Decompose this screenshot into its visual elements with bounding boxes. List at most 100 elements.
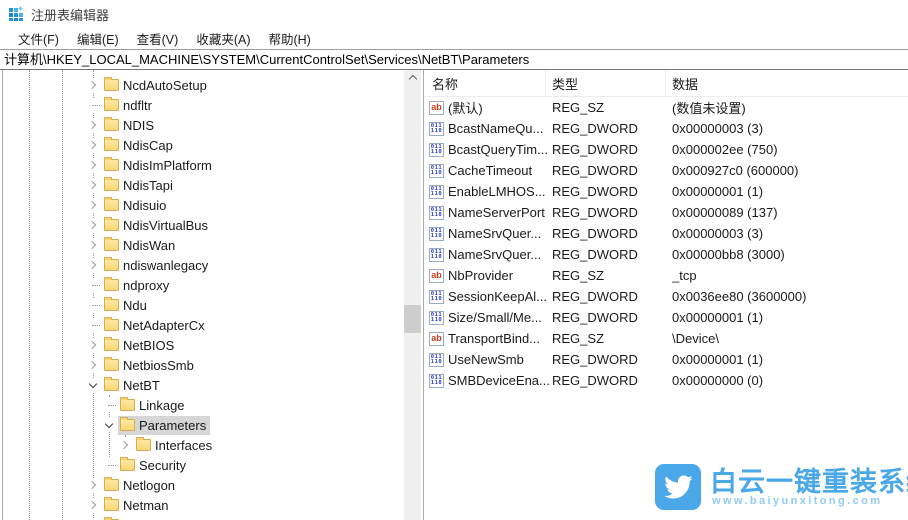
tree-item-content[interactable]: Netlogon	[102, 476, 179, 495]
value-row[interactable]: ab TransportBind... REG_SZ \Device\	[424, 328, 908, 349]
chevron-right-icon[interactable]	[86, 158, 100, 172]
tree-item-content[interactable]: NdisCap	[102, 136, 177, 155]
tree-item-ncdautosetup[interactable]: NcdAutoSetup	[0, 75, 403, 95]
value-row[interactable]: 011 110 NameSrvQuer... REG_DWORD 0x00000bb8 …	[424, 244, 908, 265]
tree-item-ndisvirtualbus[interactable]: NdisVirtualBus	[0, 215, 403, 235]
chevron-right-icon[interactable]	[86, 258, 100, 272]
chevron-right-icon[interactable]	[86, 338, 100, 352]
tree-item-netbt[interactable]: NetBT	[0, 375, 403, 395]
tree-scrollbar[interactable]	[404, 70, 421, 520]
menu-item-help[interactable]: 帮助(H)	[259, 27, 319, 50]
tree-item-ndisuio[interactable]: Ndisuio	[0, 195, 403, 215]
tree-item-content[interactable]: Ndisuio	[102, 196, 170, 215]
chevron-right-icon[interactable]	[86, 138, 100, 152]
value-row[interactable]: 011 110 NameServerPort REG_DWORD 0x00000089 …	[424, 202, 908, 223]
tree-item-netman[interactable]: Netman	[0, 495, 403, 515]
menu-item-edit[interactable]: 编辑(E)	[68, 27, 128, 50]
tree-item-content[interactable]: Interfaces	[134, 436, 216, 455]
tree-item-ndisimplatform[interactable]: NdisImPlatform	[0, 155, 403, 175]
tree-item-content[interactable]: ndiswanlegacy	[102, 256, 212, 275]
tree-list: NcdAutoSetup ndfltr NDIS NdisCap NdisImPlatf…	[0, 75, 403, 520]
tree-item-content[interactable]: NdisVirtualBus	[102, 216, 212, 235]
value-row[interactable]: 011 110 CacheTimeout REG_DWORD 0x000927c0 (6…	[424, 160, 908, 181]
tree-item-interfaces[interactable]: Interfaces	[0, 435, 403, 455]
tree-item-content[interactable]: Linkage	[118, 396, 189, 415]
tree-item-content[interactable]: Ndu	[102, 296, 151, 315]
tree-item-content[interactable]: NetAdapterCx	[102, 316, 209, 335]
column-header-name[interactable]: 名称	[424, 70, 546, 96]
tree-item-security[interactable]: Security	[0, 455, 403, 475]
value-name: BcastNameQu...	[448, 121, 544, 136]
tree-item-content[interactable]: Security	[118, 456, 190, 475]
tree-item-netlogon[interactable]: Netlogon	[0, 475, 403, 495]
leaf-stub	[86, 298, 100, 312]
tree-item-ndiscap[interactable]: NdisCap	[0, 135, 403, 155]
value-row[interactable]: 011 110 Size/Small/Me... REG_DWORD 0x0000000…	[424, 307, 908, 328]
value-row[interactable]: 011 110 BcastQueryTim... REG_DWORD 0x000002e…	[424, 139, 908, 160]
tree-item-ndu[interactable]: Ndu	[0, 295, 403, 315]
value-row[interactable]: 011 110 UseNewSmb REG_DWORD 0x00000001 (1)	[424, 349, 908, 370]
tree-item-ndiswan[interactable]: NdisWan	[0, 235, 403, 255]
value-row[interactable]: 011 110 EnableLMHOS... REG_DWORD 0x00000001 …	[424, 181, 908, 202]
value-row[interactable]: 011 110 SessionKeepAl... REG_DWORD 0x0036ee8…	[424, 286, 908, 307]
scrollbar-thumb[interactable]	[404, 305, 421, 333]
tree-item-content[interactable]: NdisWan	[102, 236, 179, 255]
chevron-right-icon[interactable]	[118, 438, 132, 452]
tree-item-linkage[interactable]: Linkage	[0, 395, 403, 415]
column-header-type[interactable]: 类型	[546, 70, 666, 96]
chevron-right-icon[interactable]	[86, 498, 100, 512]
value-data: 0x000002ee (750)	[672, 142, 778, 157]
tree-item-partial[interactable]	[0, 515, 403, 520]
column-header-data[interactable]: 数据	[666, 70, 908, 96]
tree-item-content[interactable]: NDIS	[102, 116, 158, 135]
tree-item-content[interactable]: NdisImPlatform	[102, 156, 216, 175]
chevron-down-icon[interactable]	[102, 418, 116, 432]
scrollbar-up-icon[interactable]	[404, 70, 421, 86]
tree-item-ndfltr[interactable]: ndfltr	[0, 95, 403, 115]
tree-item-content[interactable]: NetbiosSmb	[102, 356, 198, 375]
chevron-right-icon[interactable]	[86, 198, 100, 212]
dword-value-icon: 011 110	[429, 142, 444, 157]
tree-item-content[interactable]: ndproxy	[102, 276, 173, 295]
value-row[interactable]: ab (默认) REG_SZ (数值未设置)	[424, 97, 908, 118]
tree-item-content[interactable]: NdisTapi	[102, 176, 177, 195]
tree-item-netbios[interactable]: NetBIOS	[0, 335, 403, 355]
tree-item-content[interactable]: NcdAutoSetup	[102, 76, 211, 95]
tree-item-netadaptercx[interactable]: NetAdapterCx	[0, 315, 403, 335]
value-row[interactable]: ab NbProvider REG_SZ _tcp	[424, 265, 908, 286]
leaf-stub	[102, 458, 116, 472]
folder-icon	[104, 177, 119, 191]
folder-icon	[104, 137, 119, 151]
value-data: 0x00000003 (3)	[672, 226, 764, 241]
tree-item-netbiossmb[interactable]: NetbiosSmb	[0, 355, 403, 375]
tree-item-ndproxy[interactable]: ndproxy	[0, 275, 403, 295]
chevron-right-icon[interactable]	[86, 478, 100, 492]
chevron-right-icon[interactable]	[86, 118, 100, 132]
chevron-right-icon[interactable]	[86, 78, 100, 92]
chevron-right-icon[interactable]	[86, 238, 100, 252]
tree-item-ndis[interactable]: NDIS	[0, 115, 403, 135]
menu-item-file[interactable]: 文件(F)	[9, 27, 68, 50]
tree-item-ndiswanlegacy[interactable]: ndiswanlegacy	[0, 255, 403, 275]
value-row[interactable]: 011 110 NameSrvQuer... REG_DWORD 0x00000003 …	[424, 223, 908, 244]
menu-item-view[interactable]: 查看(V)	[128, 27, 188, 50]
tree-item-content[interactable]: NetBIOS	[102, 336, 178, 355]
tree-item-ndistapi[interactable]: NdisTapi	[0, 175, 403, 195]
tree-item-content[interactable]: Netman	[102, 496, 173, 515]
chevron-right-icon[interactable]	[86, 358, 100, 372]
chevron-right-icon[interactable]	[86, 178, 100, 192]
tree-item-parameters[interactable]: Parameters	[0, 415, 403, 435]
value-type: REG_DWORD	[552, 163, 638, 178]
tree-item-content[interactable]: NetBT	[102, 376, 164, 395]
chevron-down-icon[interactable]	[86, 378, 100, 392]
tree-item-content[interactable]: ndfltr	[102, 96, 156, 115]
menu-item-favorites[interactable]: 收藏夹(A)	[187, 27, 259, 50]
value-data: 0x00000bb8 (3000)	[672, 247, 785, 262]
chevron-right-icon[interactable]	[86, 218, 100, 232]
value-row[interactable]: 011 110 BcastNameQu... REG_DWORD 0x00000003 …	[424, 118, 908, 139]
value-row[interactable]: 011 110 SMBDeviceEna... REG_DWORD 0x00000000…	[424, 370, 908, 391]
tree-item-label: Linkage	[139, 397, 185, 413]
address-bar[interactable]: 计算机\HKEY_LOCAL_MACHINE\SYSTEM\CurrentCon…	[0, 49, 908, 71]
tree-item-selected-highlight[interactable]: Parameters	[118, 415, 211, 435]
value-type: REG_DWORD	[552, 310, 638, 325]
